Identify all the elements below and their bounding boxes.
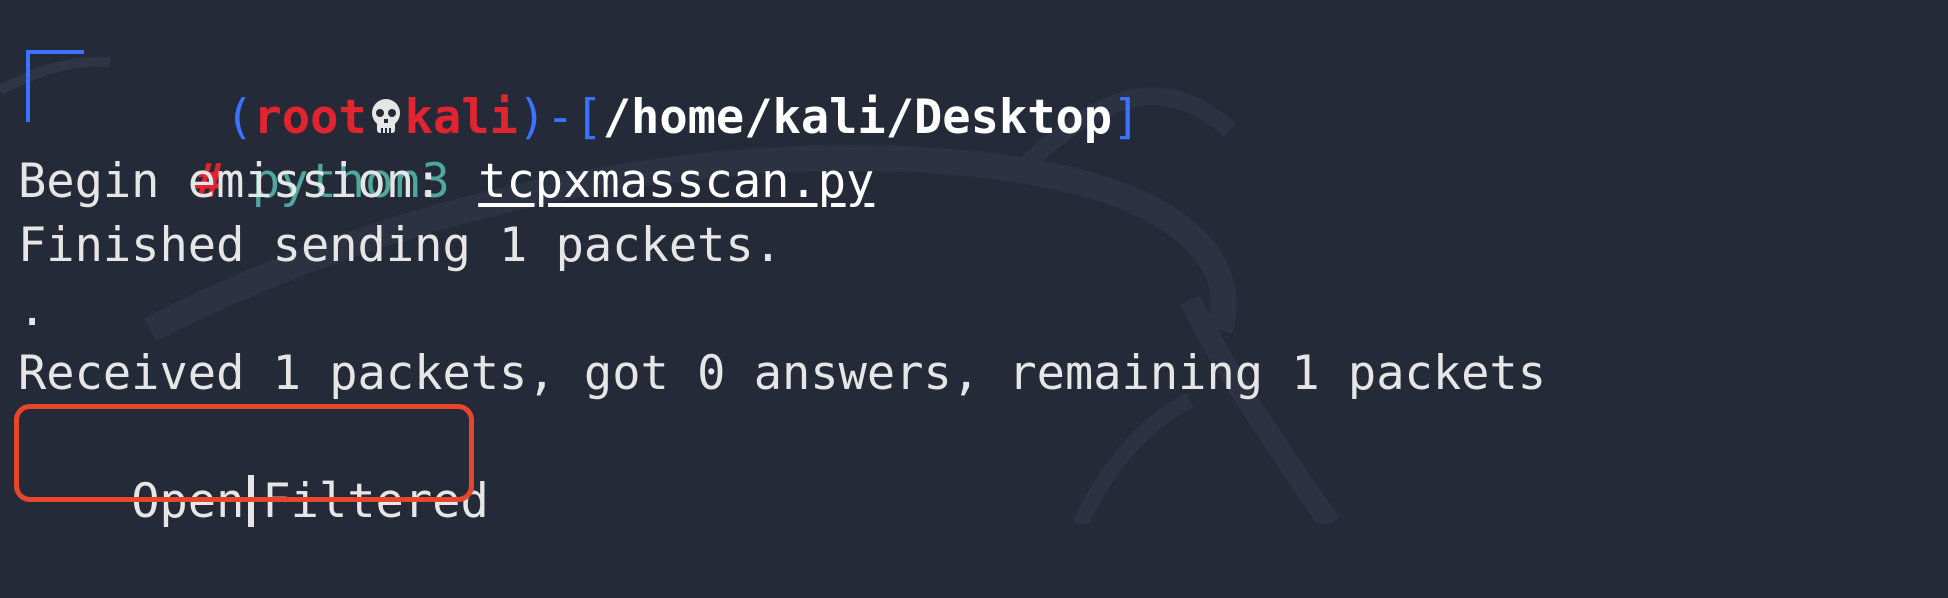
output-line: Received 1 packets, got 0 answers, remai… bbox=[18, 346, 1547, 401]
result-highlight-box bbox=[14, 404, 474, 502]
terminal-window[interactable]: (root kali)-[/home/kali/Desktop] # pytho… bbox=[0, 0, 1948, 529]
output-line: Finished sending 1 packets. bbox=[18, 218, 783, 273]
prompt-header: (root kali)-[/home/kali/Desktop] bbox=[112, 22, 1140, 145]
prompt-tree-line bbox=[26, 50, 84, 122]
prompt-bracket-close: ] bbox=[1112, 90, 1141, 145]
output-line: Begin emission: bbox=[18, 154, 443, 209]
output-line: . bbox=[18, 282, 47, 337]
command-line[interactable]: # python3 tcpxmasscan.py bbox=[82, 86, 874, 209]
command-argument: tcpxmasscan.py bbox=[478, 154, 875, 209]
